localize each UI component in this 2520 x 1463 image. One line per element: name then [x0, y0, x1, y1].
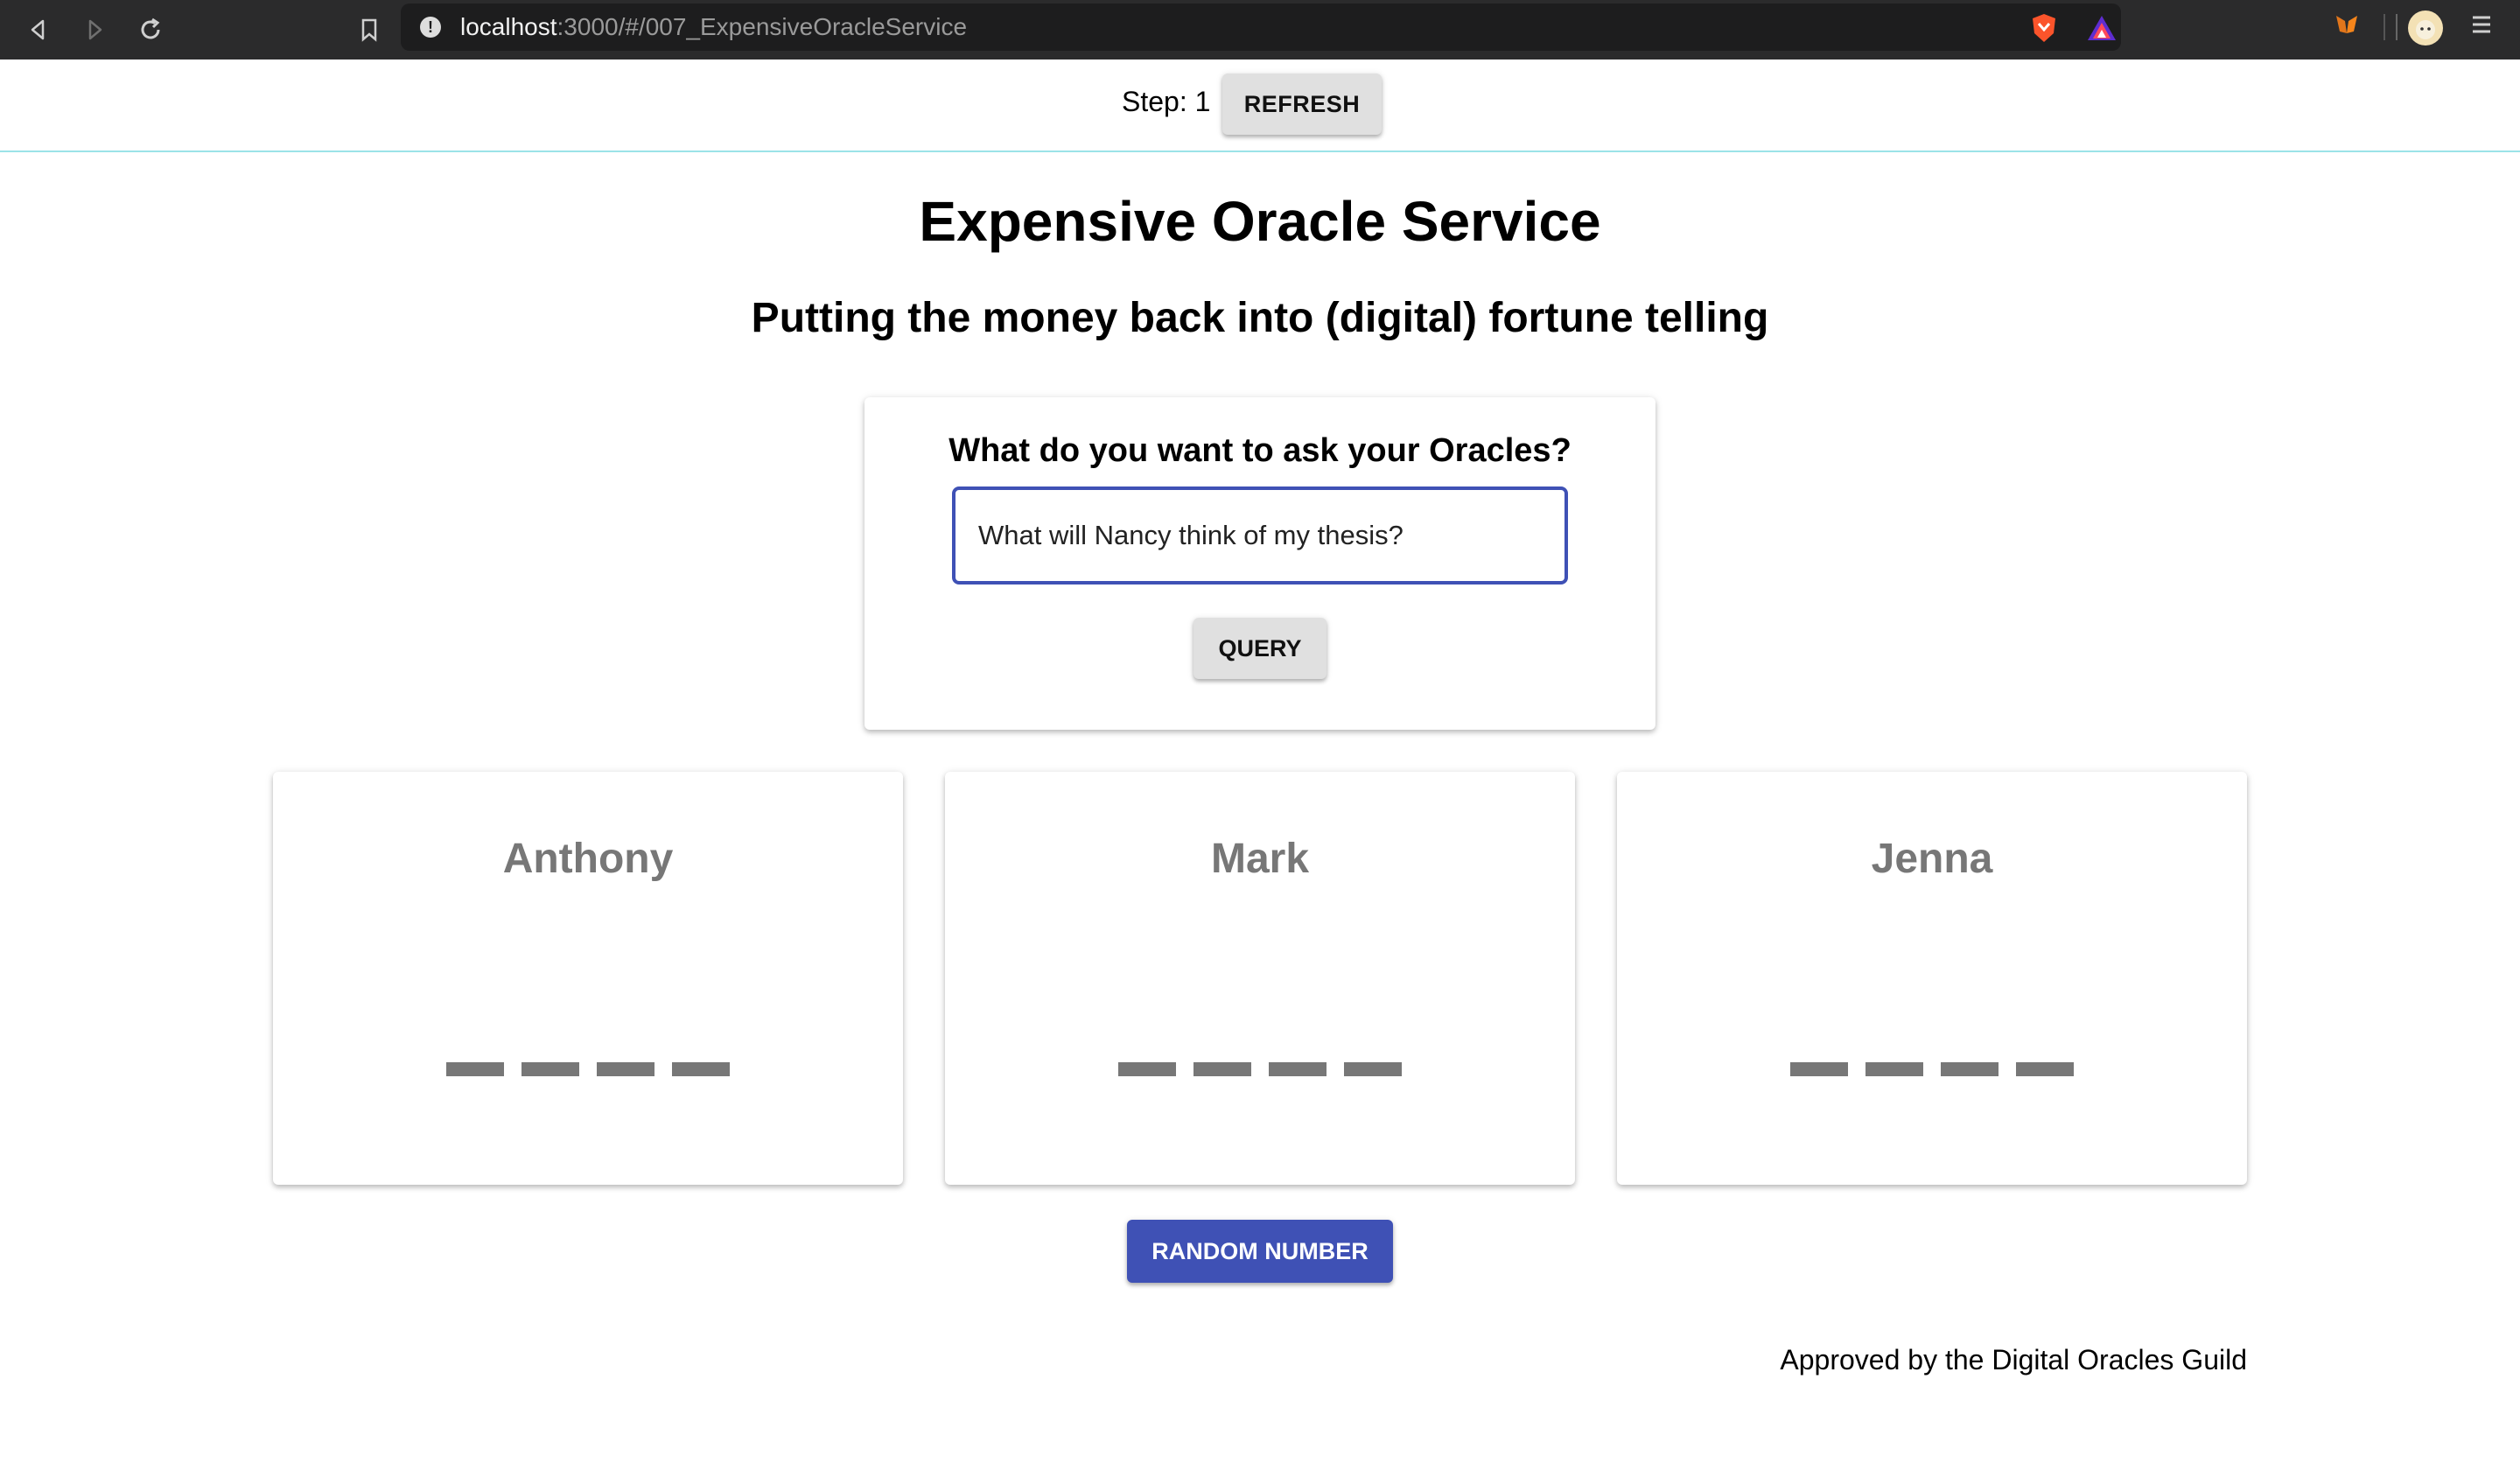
- dash: [1941, 1062, 1998, 1076]
- url-host: localhost: [460, 13, 557, 40]
- footer-text: Approved by the Digital Oracles Guild: [1780, 1344, 2247, 1376]
- dash: [1866, 1062, 1923, 1076]
- url-text[interactable]: localhost:3000/#/007_ExpensiveOracleServ…: [460, 4, 967, 51]
- dash: [1344, 1062, 1402, 1076]
- oracle-answer-placeholder: [945, 1062, 1575, 1076]
- oracle-card-jenna: Jenna: [1617, 772, 2247, 1185]
- browser-toolbar: ! localhost:3000/#/007_ExpensiveOracleSe…: [0, 0, 2520, 60]
- app-header: Step: 1 REFRESH: [0, 60, 2520, 152]
- toolbar-divider: [2384, 14, 2385, 40]
- dash: [1194, 1062, 1251, 1076]
- dash: [2016, 1062, 2074, 1076]
- oracle-answer-placeholder: [273, 1062, 903, 1076]
- dash: [1790, 1062, 1848, 1076]
- metamask-icon[interactable]: [2331, 9, 2362, 40]
- step-indicator: Step: 1: [1122, 86, 1211, 117]
- dash: [597, 1062, 654, 1076]
- oracle-name: Jenna: [1871, 836, 1993, 882]
- reload-icon[interactable]: [131, 10, 170, 49]
- page-subtitle: Putting the money back into (digital) fo…: [751, 295, 1769, 341]
- query-button[interactable]: QUERY: [1194, 618, 1326, 679]
- oracle-card-mark: Mark: [945, 772, 1575, 1185]
- dash: [522, 1062, 579, 1076]
- page-title: Expensive Oracle Service: [919, 190, 1601, 253]
- brave-rewards-icon[interactable]: [2086, 12, 2118, 44]
- dash: [1118, 1062, 1176, 1076]
- forward-icon[interactable]: [75, 10, 114, 49]
- site-info-icon[interactable]: !: [420, 17, 441, 38]
- random-number-button[interactable]: RANDOM NUMBER: [1127, 1220, 1393, 1283]
- brave-shield-icon[interactable]: [2028, 12, 2060, 44]
- address-bar[interactable]: ! localhost:3000/#/007_ExpensiveOracleSe…: [401, 4, 2398, 51]
- oracle-card-anthony: Anthony: [273, 772, 903, 1185]
- dash: [446, 1062, 504, 1076]
- question-input[interactable]: [952, 486, 1568, 584]
- query-card: What do you want to ask your Oracles? QU…: [864, 397, 1656, 730]
- back-icon[interactable]: [19, 10, 58, 49]
- refresh-button[interactable]: REFRESH: [1222, 74, 1382, 135]
- url-path: :3000/#/007_ExpensiveOracleService: [556, 13, 968, 40]
- query-label: What do you want to ask your Oracles?: [948, 432, 1572, 469]
- dash: [672, 1062, 730, 1076]
- oracle-name: Mark: [1210, 836, 1310, 882]
- menu-icon[interactable]: [2466, 9, 2497, 40]
- oracle-answer-placeholder: [1617, 1062, 2247, 1076]
- bookmark-icon[interactable]: [350, 10, 388, 49]
- profile-avatar-icon[interactable]: [2408, 10, 2443, 46]
- dash: [1269, 1062, 1326, 1076]
- oracle-name: Anthony: [502, 836, 674, 882]
- url-divider: [2396, 14, 2398, 40]
